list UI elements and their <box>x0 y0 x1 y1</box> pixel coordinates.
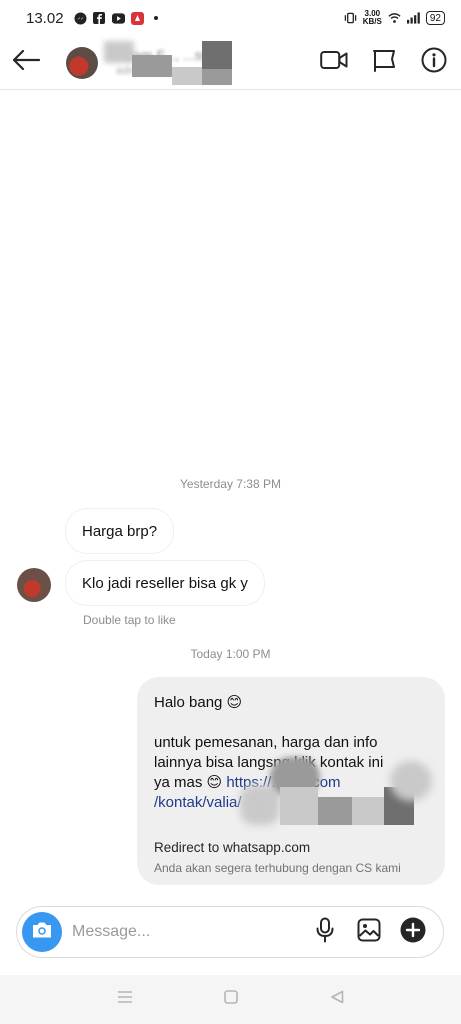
message-timestamp: Yesterday 7:38 PM <box>180 477 281 491</box>
camera-icon <box>31 921 53 944</box>
add-icon <box>400 917 426 948</box>
dot-icon <box>150 12 163 25</box>
link-redaction <box>240 757 436 827</box>
net-speed: 3.00 KB/S <box>363 10 382 26</box>
camera-button[interactable] <box>22 912 62 952</box>
contact-info[interactable]: Adam F..., ...sya adm... <box>104 40 254 85</box>
contact-avatar[interactable] <box>66 46 98 79</box>
facebook-icon <box>93 12 106 25</box>
header-actions <box>319 47 461 78</box>
vibrate-icon <box>344 12 357 25</box>
status-right: 3.00 KB/S 92 <box>344 10 445 26</box>
back-button[interactable] <box>6 43 46 83</box>
home-button[interactable] <box>221 990 241 1010</box>
message-text: Klo jadi reseller bisa gk y <box>82 574 248 592</box>
back-icon <box>330 990 344 1009</box>
double-tap-hint: Double tap to like <box>83 613 176 627</box>
redaction-block <box>318 797 352 825</box>
message-composer <box>16 906 444 958</box>
voice-message-button[interactable] <box>311 917 339 948</box>
back-arrow-icon <box>12 49 41 76</box>
signal-icon <box>406 12 420 25</box>
sender-avatar[interactable] <box>17 568 51 602</box>
message-greeting: Halo bang 😊 <box>154 694 243 711</box>
battery-icon: 92 <box>425 11 445 25</box>
status-time: 13.02 <box>26 9 64 27</box>
system-nav-bar <box>0 975 461 1024</box>
redaction-block <box>352 797 384 825</box>
redaction-block <box>172 66 202 85</box>
incoming-message[interactable]: Klo jadi reseller bisa gk y <box>65 560 265 606</box>
status-left: 13.02 <box>26 10 163 27</box>
youtube-icon <box>111 12 125 25</box>
message-input[interactable] <box>72 923 292 941</box>
message-body-line: untuk pemesanan, harga dan info <box>154 734 378 751</box>
message-text: Harga brp? <box>82 522 158 540</box>
nav-back-button[interactable] <box>327 990 347 1010</box>
composer-actions <box>311 917 443 948</box>
battery-level: 92 <box>429 12 441 24</box>
home-icon <box>223 990 238 1009</box>
add-button[interactable] <box>399 917 427 948</box>
info-button[interactable] <box>419 47 449 78</box>
status-bar: 13.02 3.00 KB/S 92 <box>0 0 461 36</box>
gallery-button[interactable] <box>355 918 383 946</box>
message-timestamp: Today 1:00 PM <box>190 647 271 661</box>
report-button[interactable] <box>369 48 399 78</box>
video-call-button[interactable] <box>319 48 349 78</box>
recents-button[interactable] <box>115 990 135 1010</box>
incoming-message[interactable]: Harga brp? <box>65 508 175 554</box>
recents-icon <box>117 990 133 1009</box>
link-preview-subtitle: Anda akan segera terhubung dengan CS kam… <box>154 861 401 875</box>
wifi-icon <box>388 12 401 25</box>
info-icon <box>421 47 447 78</box>
app-icon <box>130 11 144 25</box>
redaction-block <box>390 761 432 801</box>
redaction-block <box>132 54 172 77</box>
redaction-block <box>104 40 134 63</box>
video-call-icon <box>320 50 348 75</box>
chat-header: Adam F..., ...sya adm... <box>0 36 461 90</box>
net-speed-unit: KB/S <box>362 17 382 26</box>
redaction-block <box>202 68 232 85</box>
flag-icon <box>372 48 396 77</box>
gallery-icon <box>357 918 381 947</box>
redaction-block <box>280 787 318 825</box>
link-preview-title[interactable]: Redirect to whatsapp.com <box>154 838 310 858</box>
messenger-icon <box>74 12 87 25</box>
redaction-block <box>202 40 232 69</box>
microphone-icon <box>315 917 335 948</box>
message-body-prefix: ya mas 😊 <box>154 774 227 791</box>
redaction-block <box>240 785 280 825</box>
